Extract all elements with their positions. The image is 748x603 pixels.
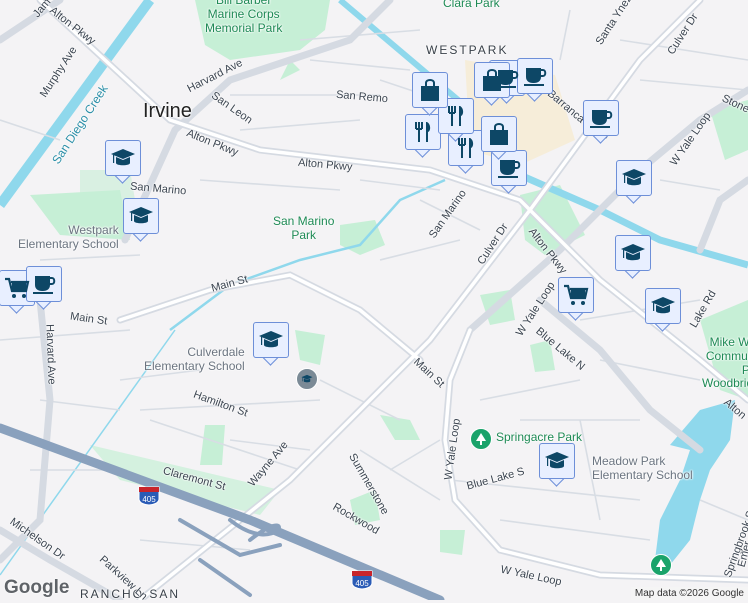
school-marker[interactable] (539, 443, 575, 487)
coffee-icon (496, 155, 522, 181)
school-icon (650, 293, 676, 319)
shopping-bag-marker[interactable] (474, 62, 510, 106)
school-marker[interactable] (105, 140, 141, 184)
restaurant-marker[interactable] (448, 130, 484, 174)
coffee-icon (31, 271, 57, 297)
school-marker[interactable] (645, 288, 681, 332)
coffee-marker[interactable] (517, 58, 553, 102)
park-label[interactable]: Clara Park (443, 0, 500, 11)
svg-text:405: 405 (355, 579, 369, 588)
restaurant-icon (410, 119, 436, 145)
school-marker[interactable] (253, 322, 289, 366)
school-icon (258, 327, 284, 353)
school-label[interactable]: Culverdale Elementary School (144, 345, 245, 374)
coffee-marker[interactable] (491, 150, 527, 194)
cart-icon (4, 275, 30, 301)
coffee-marker[interactable] (583, 100, 619, 144)
school-label[interactable]: Meadow Park Elementary School (592, 454, 693, 483)
park-label[interactable]: San Marino Park (273, 214, 334, 243)
street-label: Harvard Ave (43, 323, 58, 385)
svg-text:405: 405 (142, 495, 156, 504)
park-pin-icon[interactable] (650, 554, 672, 580)
shopping-bag-marker[interactable] (481, 116, 517, 160)
school-icon (110, 145, 136, 171)
park-label[interactable]: Bill Barber Marine Corps Memorial Park (205, 0, 282, 35)
park-pin-icon[interactable] (470, 428, 492, 454)
map-attribution[interactable]: Map data ©2026 Google (630, 587, 748, 600)
park-label[interactable]: Mike Ward Community Park Woodbridge (702, 335, 748, 391)
coffee-icon (522, 63, 548, 89)
shopping-bag-icon (417, 77, 443, 103)
google-logo[interactable]: Google (4, 577, 69, 599)
school-marker[interactable] (616, 160, 652, 204)
school-marker[interactable] (123, 198, 159, 242)
city-label[interactable]: Irvine (143, 100, 192, 123)
restaurant-icon (443, 103, 469, 129)
school-icon (544, 448, 570, 474)
school-marker[interactable] (615, 235, 651, 279)
shopping-bag-icon (479, 67, 505, 93)
map-canvas[interactable] (0, 0, 748, 600)
school-label[interactable]: Westpark Elementary School (18, 223, 119, 252)
school-icon (621, 165, 647, 191)
coffee-icon (588, 105, 614, 131)
restaurant-marker[interactable] (405, 114, 441, 158)
restaurant-icon (453, 135, 479, 161)
shopping-bag-icon (486, 121, 512, 147)
school-pin-icon[interactable] (296, 368, 318, 394)
cart-marker[interactable] (558, 277, 594, 321)
interstate-shield: 405 (138, 486, 160, 506)
coffee-marker[interactable] (26, 266, 62, 310)
school-icon (128, 203, 154, 229)
school-icon (620, 240, 646, 266)
cart-icon (563, 282, 589, 308)
neighborhood-label: WESTPARK (426, 43, 509, 57)
interstate-shield: 405 (351, 570, 373, 590)
